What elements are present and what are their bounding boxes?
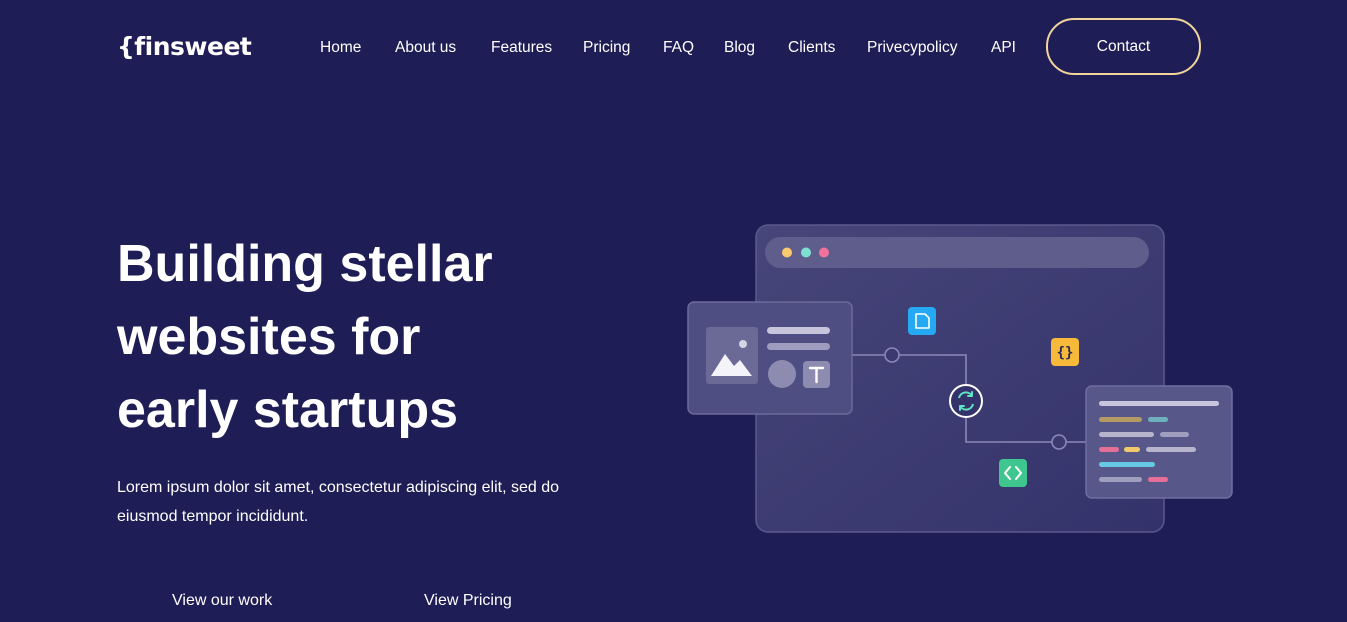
- nav-link-faq[interactable]: FAQ: [663, 38, 694, 58]
- window-dot-yellow: [782, 247, 792, 258]
- hero-title: Building stellar websites for early star…: [117, 228, 637, 447]
- contact-button[interactable]: Contact: [1046, 18, 1201, 75]
- hero-illustration: {}: [687, 224, 1233, 533]
- nav-link-about-us[interactable]: About us: [395, 38, 456, 58]
- image-icon: [706, 327, 758, 384]
- window-dot-teal: [801, 247, 811, 258]
- nav-link-home[interactable]: Home: [320, 38, 361, 58]
- sync-icon: [949, 384, 983, 418]
- nav-link-features[interactable]: Features: [491, 38, 552, 58]
- hero-title-line-2: websites for: [117, 308, 421, 366]
- braces-icon: {}: [1051, 338, 1079, 366]
- window-dot-pink: [819, 247, 829, 258]
- view-pricing-link[interactable]: View Pricing: [424, 592, 512, 610]
- top-navigation: {finsweet Home About us Features Pricing…: [0, 0, 1347, 95]
- nav-link-api[interactable]: API: [991, 38, 1016, 58]
- nav-link-clients[interactable]: Clients: [788, 38, 835, 58]
- file-icon: [908, 307, 936, 335]
- svg-text:{}: {}: [1057, 345, 1074, 361]
- text-icon: [803, 361, 830, 388]
- finsweet-logo[interactable]: {finsweet: [117, 32, 252, 62]
- nav-link-pricing[interactable]: Pricing: [583, 38, 630, 58]
- hero-title-line-1: Building stellar: [117, 235, 493, 293]
- code-icon: [999, 459, 1027, 487]
- hero-subtitle: Lorem ipsum dolor sit amet, consectetur …: [117, 479, 559, 525]
- code-card: [1085, 385, 1233, 499]
- hero-title-line-3: early startups: [117, 381, 459, 439]
- nav-link-privacy-policy[interactable]: Privecypolicy: [867, 38, 957, 58]
- nav-link-blog[interactable]: Blog: [724, 38, 755, 58]
- media-card: [687, 301, 853, 415]
- view-our-work-link[interactable]: View our work: [172, 592, 272, 610]
